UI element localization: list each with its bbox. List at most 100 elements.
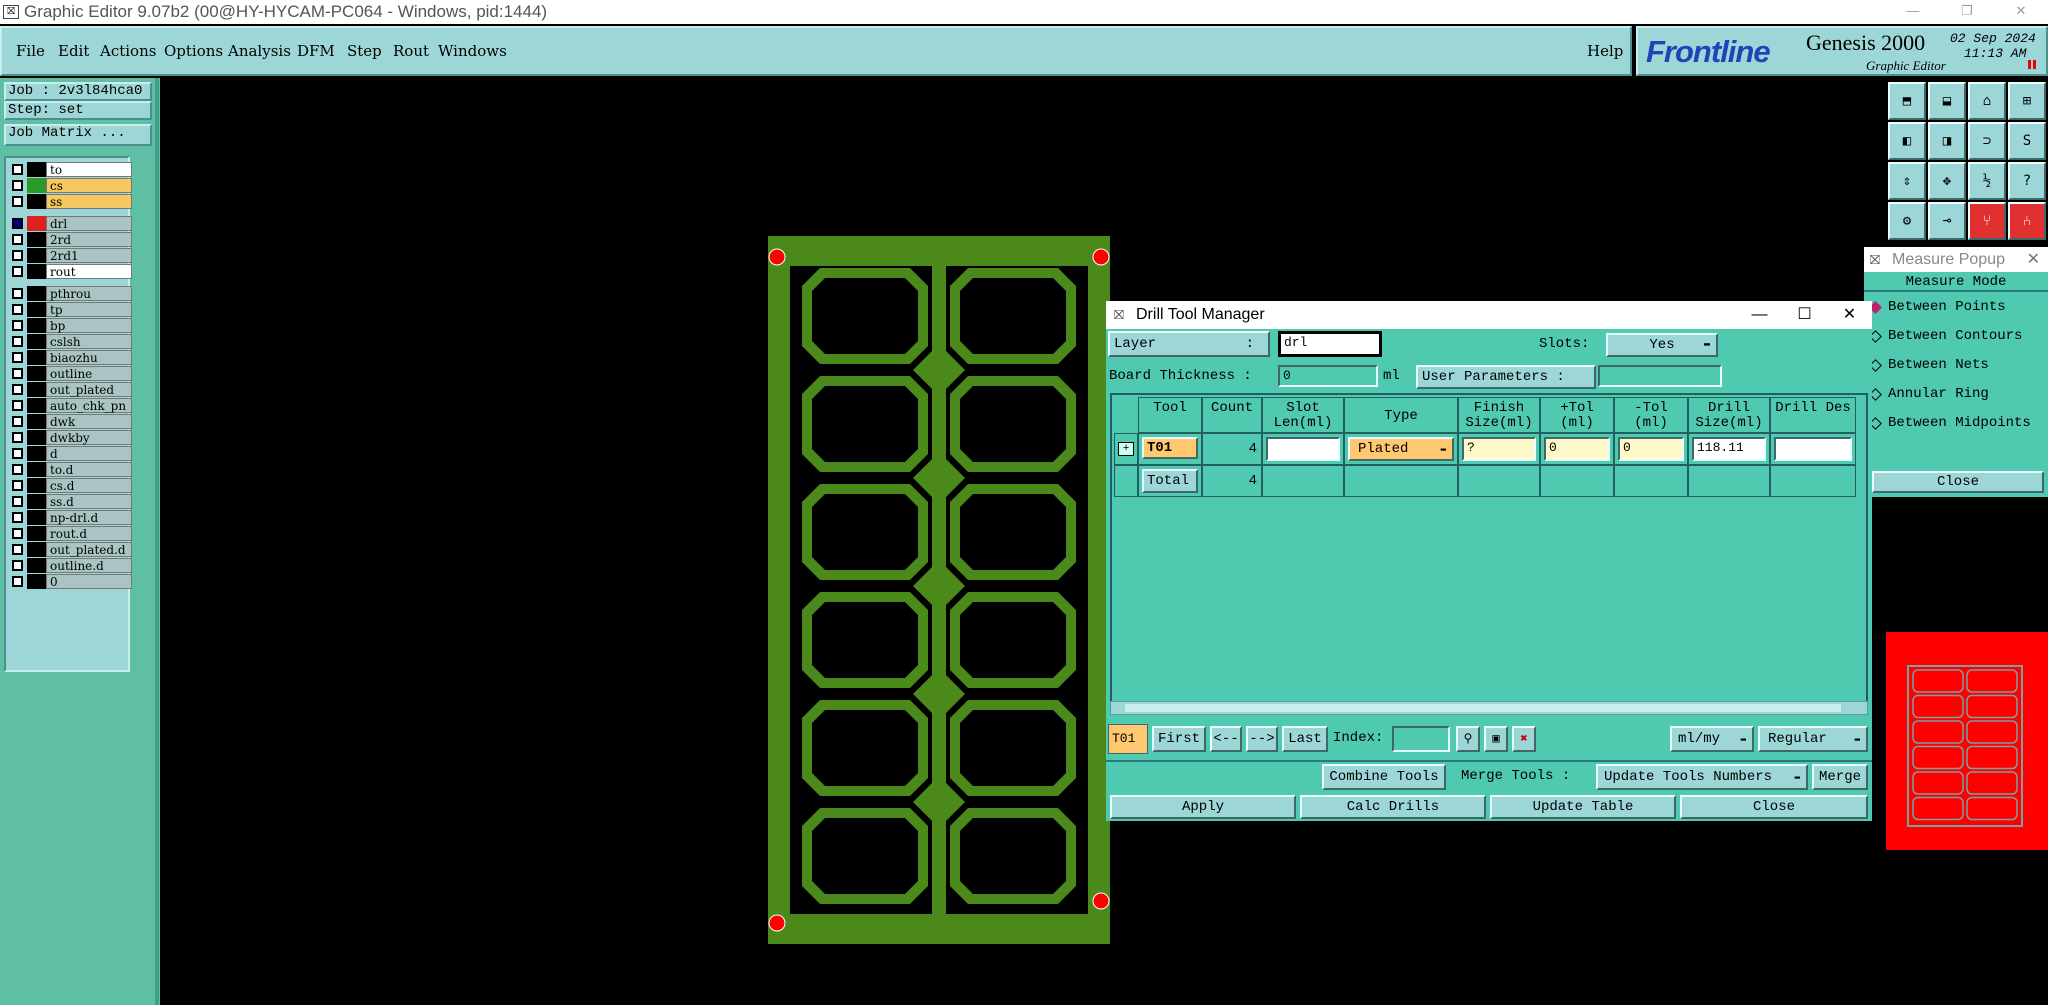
- menu-options[interactable]: Options: [164, 42, 223, 60]
- layer-checkbox[interactable]: [12, 288, 23, 299]
- tool-cell[interactable]: T01: [1138, 433, 1202, 465]
- drill-size-cell[interactable]: 118.11: [1688, 433, 1770, 465]
- menu-rout[interactable]: Rout: [393, 42, 429, 60]
- units-select[interactable]: ml/my ▬: [1670, 726, 1754, 752]
- layer-row-rout[interactable]: rout: [10, 264, 132, 279]
- measure-between-nets[interactable]: Between Nets: [1866, 353, 2044, 379]
- finish-size-input[interactable]: ?: [1462, 437, 1536, 461]
- net-analyzer-icon[interactable]: ⑂: [1968, 202, 2006, 240]
- menu-step[interactable]: Step: [347, 42, 382, 60]
- layer-row-cslsh[interactable]: cslsh: [10, 334, 132, 349]
- layer-row-d[interactable]: d: [10, 446, 132, 461]
- layer-checkbox[interactable]: [12, 250, 23, 261]
- merge-button[interactable]: Merge: [1812, 764, 1868, 790]
- last-button[interactable]: Last: [1282, 726, 1328, 752]
- minus-tol-input[interactable]: 0: [1618, 437, 1684, 461]
- minimize-icon[interactable]: —: [1737, 301, 1782, 329]
- layer-row-cs[interactable]: cs: [10, 178, 132, 193]
- layer-checkbox[interactable]: [12, 448, 23, 459]
- layer-checkbox[interactable]: [12, 304, 23, 315]
- layer-checkbox[interactable]: [12, 400, 23, 411]
- layer-checkbox[interactable]: [12, 480, 23, 491]
- layer-checkbox[interactable]: [12, 164, 23, 175]
- layer-input[interactable]: drl: [1278, 331, 1382, 357]
- pcb-board-view[interactable]: [768, 236, 1110, 944]
- layer-row-outline.d[interactable]: outline.d: [10, 558, 132, 573]
- layer-checkbox[interactable]: [12, 560, 23, 571]
- layer-checkbox[interactable]: [12, 576, 23, 587]
- slot-len-input[interactable]: [1266, 437, 1340, 461]
- right-view-icon[interactable]: ◨: [1928, 122, 1966, 160]
- drill-size-input[interactable]: 118.11: [1692, 437, 1766, 461]
- split-view-icon[interactable]: ⊞: [2008, 82, 2046, 120]
- next-button[interactable]: -->: [1246, 726, 1278, 752]
- help-icon[interactable]: ?: [2008, 162, 2046, 200]
- table-horizontal-scrollbar[interactable]: [1110, 701, 1868, 715]
- delete-icon[interactable]: ✖: [1512, 726, 1536, 752]
- apply-button[interactable]: Apply: [1110, 795, 1296, 819]
- type-cell[interactable]: Plated ▬: [1344, 433, 1458, 465]
- first-button[interactable]: First: [1152, 726, 1206, 752]
- layer-checkbox[interactable]: [12, 218, 23, 229]
- close-icon[interactable]: ✕: [1827, 301, 1872, 329]
- layer-checkbox[interactable]: [12, 336, 23, 347]
- layer-checkbox[interactable]: [12, 196, 23, 207]
- layer-checkbox[interactable]: [12, 416, 23, 427]
- layer-checkbox[interactable]: [12, 544, 23, 555]
- user-parameters-input[interactable]: [1598, 365, 1722, 387]
- layer-row-dwkby[interactable]: dwkby: [10, 430, 132, 445]
- layer-row-out_plated.d[interactable]: out_plated.d: [10, 542, 132, 557]
- layer-row-cs.d[interactable]: cs.d: [10, 478, 132, 493]
- menu-windows[interactable]: Windows: [438, 42, 507, 60]
- fit-icon[interactable]: ⇕: [1888, 162, 1926, 200]
- snap-icon[interactable]: ⊃: [1968, 122, 2006, 160]
- layer-row-outline[interactable]: outline: [10, 366, 132, 381]
- layer-row-ss.d[interactable]: ss.d: [10, 494, 132, 509]
- measure-between-points[interactable]: Between Points: [1866, 295, 2044, 321]
- plus-tol-input[interactable]: 0: [1544, 437, 1610, 461]
- menu-help[interactable]: Help: [1587, 42, 1623, 60]
- layer-checkbox[interactable]: [12, 320, 23, 331]
- layer-checkbox[interactable]: [12, 234, 23, 245]
- prev-button[interactable]: <--: [1210, 726, 1242, 752]
- menu-edit[interactable]: Edit: [58, 42, 89, 60]
- layer-checkbox[interactable]: [12, 180, 23, 191]
- board-thickness-input[interactable]: 0: [1278, 365, 1378, 387]
- measure-icon[interactable]: ⊸: [1928, 202, 1966, 240]
- panel-thumbnail[interactable]: [1886, 632, 2048, 850]
- layer-row-biaozhu[interactable]: biaozhu: [10, 350, 132, 365]
- measure-annular-ring[interactable]: Annular Ring: [1866, 382, 2044, 408]
- layer-row-auto_chk_pn[interactable]: auto_chk_pn: [10, 398, 132, 413]
- filter-icon[interactable]: ▣: [1484, 726, 1508, 752]
- popup-close-icon[interactable]: ✕: [2027, 247, 2040, 272]
- menu-actions[interactable]: Actions: [100, 42, 156, 60]
- slot-len-cell[interactable]: [1262, 433, 1344, 465]
- menu-dfm[interactable]: DFM: [297, 42, 335, 60]
- layer-row-ss[interactable]: ss: [10, 194, 132, 209]
- layer-checkbox[interactable]: [12, 528, 23, 539]
- layer-checkbox[interactable]: [12, 352, 23, 363]
- bottom-view-icon[interactable]: ⬓: [1928, 82, 1966, 120]
- layer-checkbox[interactable]: [12, 384, 23, 395]
- layer-row-to[interactable]: to: [10, 162, 132, 177]
- maximize-icon[interactable]: ☐: [1782, 301, 1827, 329]
- index-input[interactable]: [1392, 726, 1450, 752]
- calc-drills-button[interactable]: Calc Drills: [1300, 795, 1486, 819]
- close-icon[interactable]: ✕: [1994, 0, 2048, 22]
- center-icon[interactable]: ✥: [1928, 162, 1966, 200]
- layer-checkbox[interactable]: [12, 496, 23, 507]
- layer-checkbox[interactable]: [12, 432, 23, 443]
- drill-des-cell[interactable]: [1770, 433, 1856, 465]
- top-view-icon[interactable]: ⬒: [1888, 82, 1926, 120]
- plus-tol-cell[interactable]: 0: [1540, 433, 1614, 465]
- slots-select[interactable]: Yes ▬: [1606, 333, 1718, 357]
- measure-between-midpoints[interactable]: Between Midpoints: [1866, 411, 2044, 437]
- drill-icon[interactable]: ⑃: [2008, 202, 2046, 240]
- measure-between-contours[interactable]: Between Contours: [1866, 324, 2044, 350]
- layer-row-2rd1[interactable]: 2rd1: [10, 248, 132, 263]
- layer-row-to.d[interactable]: to.d: [10, 462, 132, 477]
- settings-icon[interactable]: ⚙: [1888, 202, 1926, 240]
- mode-select[interactable]: Regular ▬: [1758, 726, 1868, 752]
- minus-tol-cell[interactable]: 0: [1614, 433, 1688, 465]
- layer-row-np-drl.d[interactable]: np-drl.d: [10, 510, 132, 525]
